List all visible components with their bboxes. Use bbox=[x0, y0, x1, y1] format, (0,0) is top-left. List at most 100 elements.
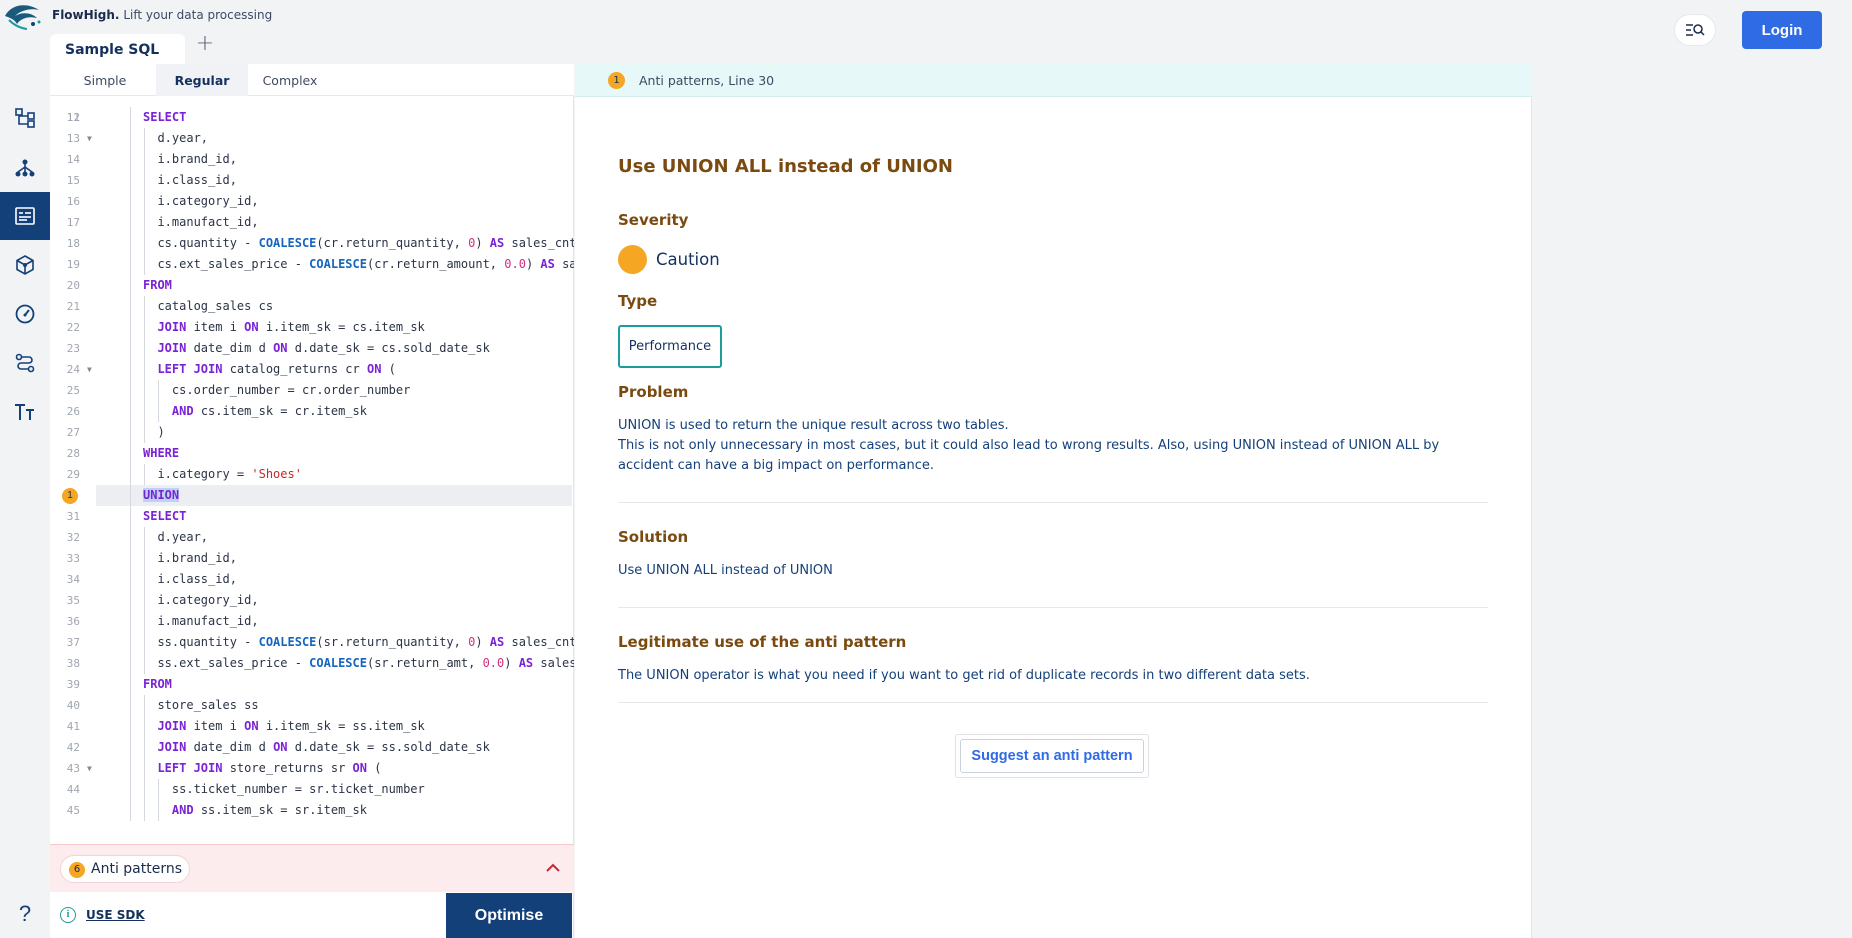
line-number: 36 bbox=[66, 615, 80, 628]
code-line[interactable]: 33 i.brand_id, bbox=[50, 548, 574, 569]
rail-route-button[interactable] bbox=[0, 339, 50, 387]
fold-caret-icon[interactable]: ▼ bbox=[87, 359, 92, 380]
fold-caret-icon[interactable]: ▼ bbox=[87, 758, 92, 779]
rail-text-format-button[interactable] bbox=[0, 388, 50, 436]
gauge-icon bbox=[15, 304, 35, 324]
code-line[interactable]: 39 FROM bbox=[50, 674, 574, 695]
rail-report-button[interactable] bbox=[0, 192, 50, 240]
code-line[interactable]: 1 UNION bbox=[50, 485, 574, 506]
anti-pattern-marker[interactable]: 1 bbox=[62, 488, 78, 504]
code-line[interactable]: 36 i.manufact_id, bbox=[50, 611, 574, 632]
code-line[interactable]: 16 i.category_id, bbox=[50, 191, 574, 212]
code-line[interactable]: 13 d.year, bbox=[50, 128, 574, 149]
login-button[interactable]: Login bbox=[1742, 11, 1822, 49]
code-line[interactable]: 44 ss.ticket_number = sr.ticket_number bbox=[50, 779, 574, 800]
indent-guide bbox=[130, 443, 131, 464]
indent-guide bbox=[130, 569, 131, 590]
report-icon bbox=[15, 207, 35, 225]
detail-header: 1 Anti patterns, Line 30 bbox=[575, 64, 1532, 97]
anti-patterns-count-badge: 6 bbox=[69, 862, 85, 878]
subtab-simple[interactable]: Simple bbox=[64, 64, 146, 96]
code-line[interactable]: 38 ss.ext_sales_price - COALESCE(sr.retu… bbox=[50, 653, 574, 674]
code-line[interactable]: 40 store_sales ss bbox=[50, 695, 574, 716]
code-line[interactable]: 24 ▼ LEFT JOIN catalog_returns cr ON ( bbox=[50, 359, 574, 380]
code-line[interactable]: 29 i.category = 'Shoes' bbox=[50, 464, 574, 485]
flowhigh-logo-icon[interactable] bbox=[3, 2, 45, 32]
code-line[interactable]: 32 d.year, bbox=[50, 527, 574, 548]
rail-hierarchy-button[interactable] bbox=[0, 144, 50, 192]
code-line[interactable]: 21 catalog_sales cs bbox=[50, 296, 574, 317]
code-text: UNION bbox=[143, 488, 180, 502]
line-number: 21 bbox=[66, 300, 80, 313]
use-sdk-link[interactable]: USE SDK bbox=[86, 908, 145, 922]
code-line[interactable]: 42 JOIN date_dim d ON d.date_sk = ss.sol… bbox=[50, 737, 574, 758]
rail-gauge-button[interactable] bbox=[0, 290, 50, 338]
line-number: 26 bbox=[66, 405, 80, 418]
anti-patterns-chip[interactable]: 6 Anti patterns bbox=[60, 855, 190, 883]
code-text: JOIN item i ON i.item_sk = ss.item_sk bbox=[157, 719, 425, 733]
line-number: 41 bbox=[66, 720, 80, 733]
help-button[interactable]: ? bbox=[0, 890, 50, 938]
code-line[interactable]: 23 JOIN date_dim d ON d.date_sk = cs.sol… bbox=[50, 338, 574, 359]
code-line[interactable]: 18 cs.quantity - COALESCE(cr.return_quan… bbox=[50, 233, 574, 254]
code-area[interactable]: 11 ▼ 12 SELECT 13 d.year, 14 i.brand_id, 15 … bbox=[50, 96, 574, 844]
indent-guide bbox=[130, 632, 131, 653]
tab-sample-sql[interactable]: Sample SQL bbox=[50, 34, 185, 64]
indent-guide bbox=[130, 779, 131, 800]
rail-tree-button[interactable] bbox=[0, 94, 50, 142]
indent-guide bbox=[130, 485, 131, 506]
code-line[interactable]: 14 i.brand_id, bbox=[50, 149, 574, 170]
indent-guide bbox=[130, 737, 131, 758]
optimise-button[interactable]: Optimise bbox=[446, 893, 572, 938]
code-line[interactable]: 12 SELECT bbox=[50, 107, 574, 128]
indent-guide bbox=[130, 611, 131, 632]
line-number: 22 bbox=[66, 321, 80, 334]
line-number: 38 bbox=[66, 657, 80, 670]
line-number: 42 bbox=[66, 741, 80, 754]
code-line[interactable]: 28 WHERE bbox=[50, 443, 574, 464]
sql-editor-panel: Simple Regular Complex 11 ▼ 12 SELECT 13 d… bbox=[50, 64, 574, 938]
add-tab-button[interactable]: + bbox=[194, 33, 216, 56]
indent-guide bbox=[130, 506, 131, 527]
severity-heading: Severity bbox=[618, 211, 689, 229]
code-line[interactable]: 37 ss.quantity - COALESCE(sr.return_quan… bbox=[50, 632, 574, 653]
line-number: 23 bbox=[66, 342, 80, 355]
suggest-anti-pattern-button[interactable]: Suggest an anti pattern bbox=[960, 739, 1144, 773]
line-number: 37 bbox=[66, 636, 80, 649]
code-line[interactable]: 15 i.class_id, bbox=[50, 170, 574, 191]
rail-cube-button[interactable] bbox=[0, 241, 50, 289]
severity-value: Caution bbox=[656, 250, 720, 269]
code-line[interactable]: 35 i.category_id, bbox=[50, 590, 574, 611]
subtab-complex[interactable]: Complex bbox=[248, 64, 332, 96]
indent-guide bbox=[130, 548, 131, 569]
subtab-regular[interactable]: Regular bbox=[156, 64, 248, 96]
code-text: WHERE bbox=[143, 446, 180, 460]
code-line[interactable]: 31 SELECT bbox=[50, 506, 574, 527]
anti-patterns-bar[interactable]: 6 Anti patterns bbox=[50, 844, 574, 892]
code-line[interactable]: 20 FROM bbox=[50, 275, 574, 296]
code-line[interactable]: 27 ) bbox=[50, 422, 574, 443]
top-bar: FlowHigh. Lift your data processing Samp… bbox=[0, 0, 1852, 64]
code-line[interactable]: 41 JOIN item i ON i.item_sk = ss.item_sk bbox=[50, 716, 574, 737]
indent-guide bbox=[130, 254, 131, 275]
code-text: i.category_id, bbox=[143, 194, 259, 208]
legitimate-use-heading: Legitimate use of the anti pattern bbox=[618, 633, 907, 651]
indent-guide bbox=[130, 695, 131, 716]
line-number: 13 bbox=[66, 132, 80, 145]
code-line[interactable]: 34 i.class_id, bbox=[50, 569, 574, 590]
line-number: 19 bbox=[66, 258, 80, 271]
indent-guide bbox=[130, 338, 131, 359]
code-line[interactable]: 26 AND cs.item_sk = cr.item_sk bbox=[50, 401, 574, 422]
left-rail: ? bbox=[0, 64, 50, 938]
code-line[interactable]: 43 ▼ LEFT JOIN store_returns sr ON ( bbox=[50, 758, 574, 779]
code-line[interactable]: 19 cs.ext_sales_price - COALESCE(cr.retu… bbox=[50, 254, 574, 275]
code-line[interactable]: 45 AND ss.item_sk = sr.item_sk bbox=[50, 800, 574, 821]
legitimate-use-text: The UNION operator is what you need if y… bbox=[618, 668, 1310, 683]
code-line[interactable]: 25 cs.order_number = cr.order_number bbox=[50, 380, 574, 401]
code-line[interactable]: 22 JOIN item i ON i.item_sk = cs.item_sk bbox=[50, 317, 574, 338]
code-line[interactable]: 17 i.manufact_id, bbox=[50, 212, 574, 233]
chevron-up-icon[interactable] bbox=[546, 863, 560, 872]
search-menu-button[interactable] bbox=[1674, 14, 1716, 46]
line-number: 28 bbox=[66, 447, 80, 460]
tree-icon bbox=[15, 108, 35, 128]
